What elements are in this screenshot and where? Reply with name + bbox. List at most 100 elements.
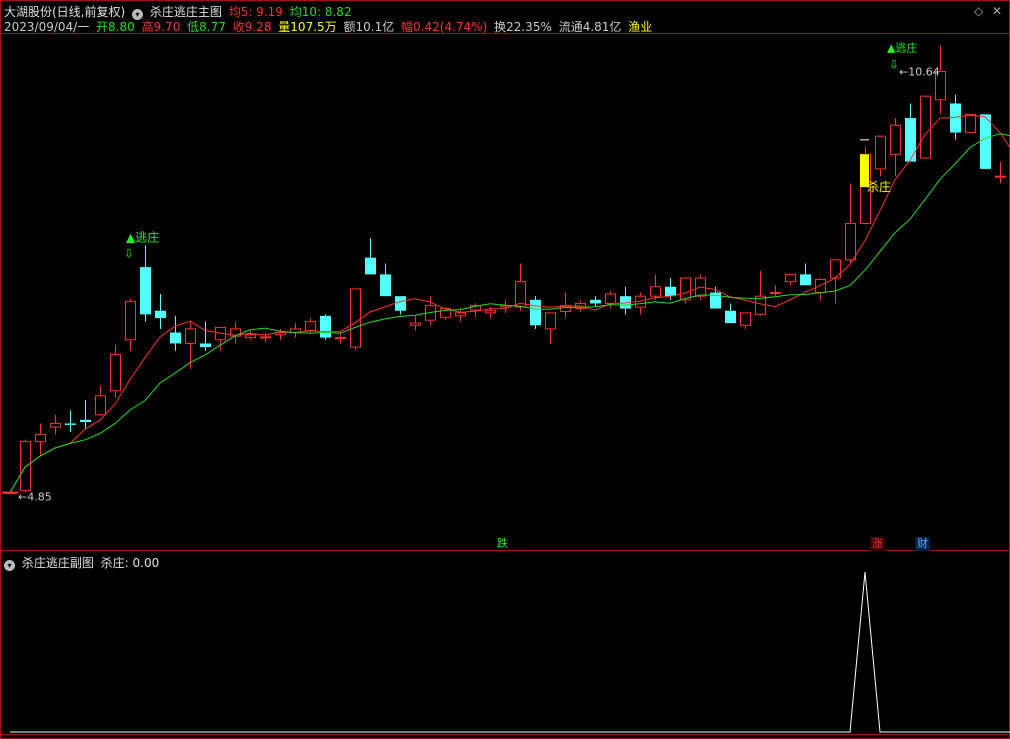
candle-body [845,222,856,261]
candle-body [320,315,331,338]
candle-body [755,295,766,315]
candle [800,263,811,286]
candle [845,183,856,264]
candle [170,315,181,351]
main-chart[interactable]: ←4.85 ←10.64 ▲逃庄 ⇩ 杀庄 ▲逃庄 ⇩ [0,0,1010,739]
candle-body [530,299,541,326]
candle-body [335,337,346,340]
quote-volume: 量107.5万 [278,20,337,34]
candle-body [35,433,46,443]
candle [980,114,991,169]
candle [185,321,196,369]
high-price-annotation: ←10.64 [899,65,940,78]
candle-body [665,286,676,297]
candle-body [650,286,661,297]
sub-panel-value: 杀庄: 0.00 [100,556,160,570]
diamond-icon[interactable]: ◇ [974,4,983,18]
candle-body [995,175,1006,178]
candle [65,410,76,433]
candle-body [50,422,61,428]
candle [785,273,796,286]
low-price-annotation: ←4.85 [18,491,52,504]
candle-body [815,278,826,294]
candle [830,259,841,304]
sub-indicator-dropdown-icon[interactable]: ▾ [4,560,15,571]
candle-body [770,292,781,295]
candle [995,161,1006,184]
quote-close: 收9.28 [232,20,272,34]
indicator-name[interactable]: 杀庄逃庄主图 [150,5,222,19]
candle [935,45,946,115]
candle-body [140,267,151,315]
candle [530,296,541,329]
candle-body [200,343,211,348]
candle-body [155,310,166,318]
ma10-label: 均10: 8.82 [289,5,352,19]
chart-border [0,0,1010,739]
candle-body [125,300,136,341]
candle [500,299,511,313]
marker-finance[interactable]: 财 [915,537,930,551]
candle-body [80,419,91,422]
candle [125,298,136,351]
candle [80,400,91,430]
candle-body [485,310,496,314]
candle [110,344,121,398]
candle [920,95,931,159]
candle [380,263,391,297]
candle [140,245,151,322]
candle [20,439,31,493]
marker-up[interactable]: 涨 [870,537,885,551]
quote-change: 幅0.42(4.74%) [401,20,488,34]
candle-body [980,114,991,169]
candle-body [170,332,181,344]
escape-signal-label: ▲逃庄 [126,229,159,244]
candle [455,308,466,322]
candle [755,270,766,316]
candle-body [350,288,361,348]
candle [650,274,661,300]
candle [740,312,751,329]
candle-body [455,312,466,317]
candle-body [395,296,406,311]
sub-panel-title[interactable]: 杀庄逃庄副图 [22,556,94,570]
candle [770,285,781,297]
candle-body [245,334,256,339]
quote-low: 低8.77 [187,20,226,34]
candle-body [740,312,751,326]
candle-body [65,423,76,425]
sub-panel-header: ▾ 杀庄逃庄副图 杀庄: 0.00 [4,554,162,571]
candle [200,321,211,351]
candle-body [875,135,886,170]
candle-body [800,274,811,286]
candle-body [905,118,916,162]
stock-title[interactable]: 大湖股份(日线,前复权) [4,5,125,19]
close-icon[interactable]: ✕ [992,4,1002,18]
candle [590,296,601,308]
candle-body [545,312,556,330]
quote-open: 开8.80 [96,20,135,34]
candle [50,414,61,435]
candle [95,385,106,417]
candle [620,286,631,315]
candle [365,238,376,275]
candle-body [110,353,121,392]
quote-amount: 额10.1亿 [343,20,395,34]
escape-arrow-icon: ⇩ [124,246,134,260]
marker-down[interactable]: 跌 [495,537,510,551]
candle [320,314,331,340]
candle [425,296,436,326]
candle [155,294,166,329]
candle-body [380,274,391,297]
escape-arrow-icon-top: ⇩ [889,58,899,72]
quote-date: 2023/09/04/一 [4,20,90,34]
ma5-label: 均5: 9.19 [228,5,283,19]
candle-body [680,277,691,301]
candle [395,296,406,315]
candle-body [410,322,421,326]
candle [965,113,976,134]
quote-industry[interactable]: 渔业 [628,20,652,34]
quote-row: 2023/09/04/一 开8.80 高9.70 低8.77 收9.28 量10… [4,18,655,35]
candle-body [95,395,106,416]
sub-indicator-line [10,571,1010,733]
